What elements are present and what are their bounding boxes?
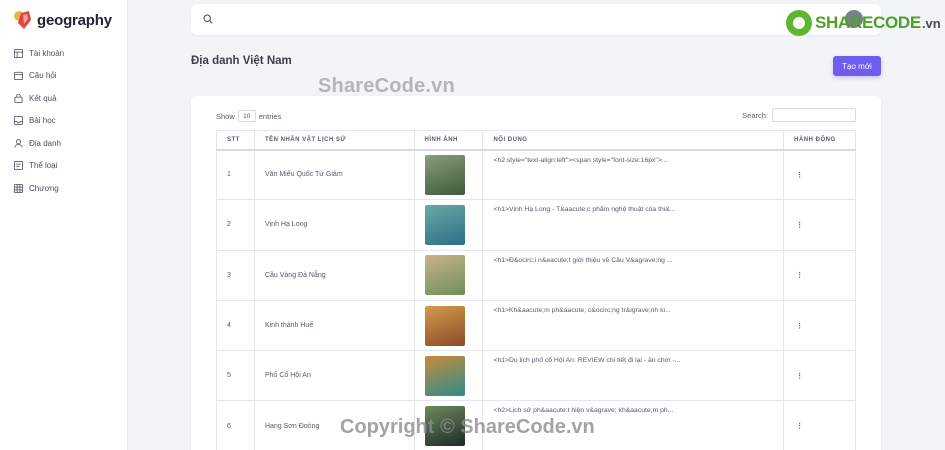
col-header-content[interactable]: NỘI DUNG <box>482 130 785 151</box>
sidebar-item-label: Bài học <box>29 116 56 126</box>
row-action-menu-button[interactable]: ⋮ <box>783 400 856 450</box>
data-card: Show 10 entries Search: STT TÊN NHÂN VẬT… <box>191 96 881 450</box>
sidebar-item-the-loai[interactable]: Thể loại <box>0 155 127 178</box>
table-header-row: STT TÊN NHÂN VẬT LỊCH SỬ HÌNH ẢNH NỘI DU… <box>216 130 856 151</box>
row-action-menu-button[interactable]: ⋮ <box>783 199 856 251</box>
watermark-text: ShareCode.vn <box>318 75 455 97</box>
row-action-menu-button[interactable]: ⋮ <box>783 299 856 352</box>
user-icon <box>13 138 23 148</box>
table-row: 1 Văn Miếu Quốc Tử Giám <h2 style="text-al… <box>216 148 856 201</box>
brand-logo-icon <box>12 9 34 31</box>
cell-content: <h1>Du lịch phố cổ Hội An: REVIEW chi ti… <box>482 350 785 402</box>
row-action-menu-button[interactable]: ⋮ <box>783 350 856 402</box>
table-icon <box>13 48 23 58</box>
cell-name: Vịnh Hạ Long <box>253 199 415 251</box>
table-controls: Show 10 entries Search: <box>216 108 856 124</box>
cell-image <box>413 199 484 251</box>
sharecode-logo: SHARECODE .vn <box>786 10 941 36</box>
cell-content: <h1>Vịnh Hạ Long - T&aacute;c phẩm nghệ … <box>482 199 785 251</box>
sidebar-item-cau-hoi[interactable]: Câu hỏi <box>0 65 127 88</box>
cell-image <box>413 148 484 201</box>
cell-stt: 5 <box>216 350 255 402</box>
sidebar-item-label: Kết quả <box>29 93 57 103</box>
sidebar-item-ket-qua[interactable]: Kết quả <box>0 87 127 110</box>
sharecode-logo-icon <box>786 10 812 36</box>
sidebar-item-chuong[interactable]: Chương <box>0 177 127 200</box>
grid-icon <box>13 183 23 193</box>
sharecode-logo-tld: .vn <box>921 15 941 31</box>
cell-name: Kinh thành Huế <box>253 299 415 352</box>
table-search: Search: <box>742 108 856 122</box>
search-input[interactable] <box>221 14 781 25</box>
col-header-stt[interactable]: STT <box>216 130 255 151</box>
table-row: 2 Vịnh Hạ Long <h1>Vịnh Hạ Long - T&aacute… <box>216 199 856 251</box>
table-row: 6 Hang Sơn Đoòng <h2>Lịch sử ph&aacute;t h… <box>216 400 856 450</box>
sidebar-item-bai-hoc[interactable]: Bài học <box>0 110 127 133</box>
cell-name: Văn Miếu Quốc Tử Giám <box>253 148 415 201</box>
table-row: 4 Kinh thành Huế <h1>Kh&aacute;m ph&aacute… <box>216 299 856 352</box>
cell-content: <h2>Lịch sử ph&aacute;t hiện v&agrave; k… <box>482 400 785 450</box>
bag-icon <box>13 93 23 103</box>
place-thumbnail[interactable] <box>424 406 465 447</box>
cell-image <box>413 299 484 352</box>
message-icon <box>13 161 23 171</box>
cell-content: <h1>Đ&ocirc;i n&eacute;t giới thiệu về C… <box>482 249 785 301</box>
sidebar-item-dia-danh[interactable]: Địa danh <box>0 132 127 155</box>
place-thumbnail[interactable] <box>424 204 465 245</box>
cell-image <box>413 350 484 402</box>
inbox-icon <box>13 116 23 126</box>
col-header-action[interactable]: HÀNH ĐỘNG <box>783 130 856 151</box>
sidebar-item-label: Chương <box>29 183 59 193</box>
cell-image <box>413 249 484 301</box>
brand[interactable]: geography <box>0 0 127 40</box>
sidebar-item-label: Địa danh <box>29 138 62 148</box>
col-header-image[interactable]: HÌNH ẢNH <box>413 130 484 151</box>
cell-stt: 1 <box>216 148 255 201</box>
row-action-menu-button[interactable]: ⋮ <box>783 249 856 301</box>
page-length-control: Show 10 entries <box>216 110 281 122</box>
row-action-menu-button[interactable]: ⋮ <box>783 148 856 201</box>
cell-name: Hang Sơn Đoòng <box>253 400 415 450</box>
table-search-label: Search: <box>742 110 768 120</box>
cell-stt: 4 <box>216 299 255 352</box>
sidebar-nav: Tài khoản Câu hỏi Kết quả Bài học Địa da… <box>0 42 127 200</box>
cell-content: <h2 style="text-align:left"><span style=… <box>482 148 785 201</box>
cell-image <box>413 400 484 450</box>
entries-label: entries <box>258 111 282 121</box>
sidebar-item-label: Câu hỏi <box>29 71 57 81</box>
cell-stt: 3 <box>216 249 255 301</box>
places-table: STT TÊN NHÂN VẬT LỊCH SỬ HÌNH ẢNH NỘI DU… <box>216 130 856 450</box>
table-row: 5 Phố Cổ Hội An <h1>Du lịch phố cổ Hội An:… <box>216 350 856 402</box>
sidebar: geography Tài khoản Câu hỏi Kết quả Bài … <box>0 0 128 450</box>
table-search-input[interactable] <box>772 108 856 122</box>
show-label: Show <box>216 111 235 121</box>
calendar-icon <box>13 71 23 81</box>
brand-name: geography <box>37 11 112 29</box>
cell-stt: 2 <box>216 199 255 251</box>
sidebar-item-label: Thể loại <box>29 161 58 171</box>
page-title: Địa danh Việt Nam <box>191 55 292 67</box>
cell-name: Phố Cổ Hội An <box>253 350 415 402</box>
place-thumbnail[interactable] <box>424 305 465 346</box>
search-icon <box>203 11 213 29</box>
sidebar-item-tai-khoan[interactable]: Tài khoản <box>0 42 127 65</box>
sidebar-item-label: Tài khoản <box>29 48 65 58</box>
cell-name: Cầu Vàng Đà Nẵng <box>253 249 415 301</box>
create-button[interactable]: Tạo mới <box>833 56 881 76</box>
table-row: 3 Cầu Vàng Đà Nẵng <h1>Đ&ocirc;i n&eacute;… <box>216 249 856 301</box>
sharecode-logo-text: SHARECODE <box>815 13 921 32</box>
place-thumbnail[interactable] <box>424 255 465 296</box>
col-header-name[interactable]: TÊN NHÂN VẬT LỊCH SỬ <box>253 130 415 151</box>
place-thumbnail[interactable] <box>424 355 465 396</box>
place-thumbnail[interactable] <box>424 154 465 195</box>
cell-content: <h1>Kh&aacute;m ph&aacute; c&ocirc;ng tr… <box>482 299 785 352</box>
cell-stt: 6 <box>216 400 255 450</box>
top-search-bar <box>191 4 881 35</box>
page-length-select[interactable]: 10 <box>237 110 256 122</box>
